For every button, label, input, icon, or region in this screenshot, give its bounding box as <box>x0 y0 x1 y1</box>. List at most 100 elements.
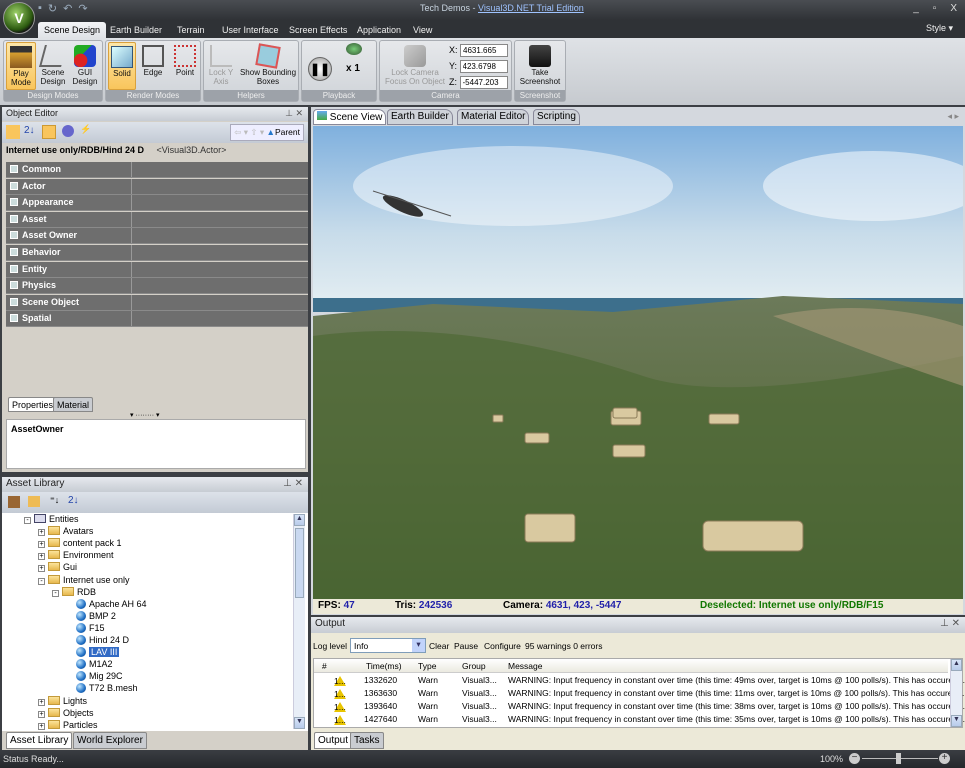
property-category[interactable]: Physics <box>6 278 308 295</box>
nav-arrows-icon[interactable]: ⇦ ▾ ⇧ ▾ <box>234 127 266 137</box>
expand-icon[interactable]: + <box>38 565 45 573</box>
sort-alpha-icon[interactable]: 2↓ <box>68 495 79 506</box>
gui-design-button[interactable]: GUI Design <box>70 42 100 90</box>
pin-close-icons[interactable]: ⊥ ✕ <box>940 618 960 629</box>
clear-button[interactable]: Clear <box>429 641 449 651</box>
point-button[interactable]: Point <box>170 42 200 90</box>
scroll-down-button[interactable]: ▼ <box>294 717 305 729</box>
property-category[interactable]: Asset <box>6 211 308 228</box>
edition-link[interactable]: Visual3D.NET Trial Edition <box>478 3 584 13</box>
expand-icon[interactable]: + <box>38 541 45 549</box>
log-row[interactable]: 1... 1427640 Warn Visual3... WARNING: Input … <box>314 713 965 726</box>
property-category[interactable]: Behavior <box>6 245 308 261</box>
property-category[interactable]: Common <box>6 162 308 178</box>
tab-material-editor[interactable]: Material Editor <box>457 109 530 125</box>
col-time[interactable]: Time(ms) <box>366 661 402 671</box>
tab-scroll-arrows[interactable]: ◂ ▸ <box>947 111 959 122</box>
expand-icon[interactable] <box>10 198 18 207</box>
lock-camera-button[interactable]: Lock Camera Focus On Object <box>382 42 448 90</box>
log-scrollbar[interactable]: ▲ ▼ <box>950 659 962 727</box>
edge-button[interactable]: Edge <box>138 42 168 90</box>
tab-earth-builder[interactable]: Earth Builder <box>387 109 453 125</box>
tab-application[interactable]: Application <box>351 22 407 38</box>
scroll-up-button[interactable]: ▲ <box>951 659 962 671</box>
zoom-out-button[interactable]: − <box>849 753 860 764</box>
scroll-down-button[interactable]: ▼ <box>951 715 962 727</box>
tree-scrollbar[interactable]: ▲ ▼ <box>293 514 305 729</box>
col-number[interactable]: # <box>322 661 327 671</box>
tree-item[interactable]: Mig 29C <box>66 670 123 682</box>
gear-icon[interactable] <box>62 125 74 137</box>
tree-item[interactable]: + Particles <box>38 719 98 731</box>
tree-item[interactable]: BMP 2 <box>66 610 116 622</box>
tree-item[interactable]: + Lights <box>38 695 87 707</box>
property-category[interactable]: Scene Object <box>6 294 308 311</box>
properties-icon[interactable] <box>42 125 56 139</box>
expand-icon[interactable] <box>10 264 18 273</box>
tree-item[interactable]: + Gui <box>38 561 77 573</box>
tree-item[interactable]: + Objects <box>38 707 94 719</box>
camera-y-input[interactable] <box>459 60 508 73</box>
lightning-icon[interactable]: ⚡ <box>80 124 91 135</box>
sort-alpha-icon[interactable]: 2↓ <box>24 125 35 136</box>
parent-button[interactable]: ⇦ ▾ ⇧ ▾ ▲Parent <box>230 124 304 141</box>
undo-icon[interactable]: ↶ <box>63 2 72 17</box>
play-mode-button[interactable]: Play Mode <box>6 42 36 90</box>
tree-item[interactable]: - Entities <box>24 513 79 525</box>
col-message[interactable]: Message <box>508 661 543 671</box>
scroll-up-button[interactable]: ▲ <box>294 514 305 526</box>
tree-item[interactable]: M1A2 <box>66 658 113 670</box>
expand-icon[interactable] <box>10 231 18 240</box>
tree-item[interactable]: - Internet use only <box>38 574 130 586</box>
expand-icon[interactable] <box>10 281 18 290</box>
expand-icon[interactable] <box>10 297 18 306</box>
tab-tasks[interactable]: Tasks <box>350 732 384 749</box>
property-category[interactable]: Actor <box>6 178 308 195</box>
property-category[interactable]: Appearance <box>6 195 308 212</box>
style-menu[interactable]: Style ▾ <box>926 23 953 34</box>
speed-icon[interactable] <box>346 43 362 55</box>
tab-terrain[interactable]: Terrain <box>171 22 211 38</box>
camera-x-input[interactable] <box>460 44 509 57</box>
tree-item[interactable]: T72 B.mesh <box>66 682 138 694</box>
sort-icon[interactable]: ⁼↓ <box>50 495 59 506</box>
col-group[interactable]: Group <box>462 661 486 671</box>
log-level-select[interactable]: Info ▾ <box>350 638 426 653</box>
lock-y-axis-button[interactable]: Lock Y Axis <box>206 42 236 90</box>
refresh-icon[interactable]: ↻ <box>48 2 57 17</box>
expand-icon[interactable] <box>10 314 18 323</box>
property-category[interactable]: Asset Owner <box>6 228 308 245</box>
expand-icon[interactable]: + <box>38 553 45 561</box>
app-menu-button[interactable]: V <box>3 2 35 34</box>
tree-item[interactable]: LAV III <box>66 646 120 658</box>
tree-item[interactable]: - RDB <box>52 586 96 598</box>
pin-close-icons[interactable]: ⊥ ✕ <box>285 108 303 119</box>
configure-button[interactable]: Configure <box>484 641 521 651</box>
expand-icon[interactable] <box>10 165 18 173</box>
log-row[interactable]: 1... 1363630 Warn Visual3... WARNING: Input … <box>314 687 965 700</box>
tab-user-interface[interactable]: User Interface <box>216 22 285 38</box>
zoom-in-button[interactable]: + <box>939 753 950 764</box>
property-category[interactable]: Entity <box>6 261 308 278</box>
tab-properties[interactable]: Properties <box>8 397 58 412</box>
col-type[interactable]: Type <box>418 661 436 671</box>
collapse-icon[interactable]: - <box>24 517 31 524</box>
solid-button[interactable]: Solid <box>108 42 136 90</box>
add-asset-icon[interactable] <box>8 496 20 508</box>
tab-scene-design[interactable]: Scene Design <box>38 22 107 38</box>
tab-asset-library[interactable]: Asset Library <box>6 732 73 749</box>
expand-icon[interactable]: + <box>38 698 45 706</box>
tree-item[interactable]: F15 <box>66 622 105 634</box>
pin-close-icons[interactable]: ⊥ ✕ <box>283 478 303 489</box>
camera-z-input[interactable] <box>459 76 508 89</box>
show-bounding-boxes-button[interactable]: Show Bounding Boxes <box>238 42 298 90</box>
pause-button[interactable]: Pause <box>454 641 478 651</box>
tab-scene-view[interactable]: Scene View <box>313 109 387 125</box>
collapse-icon[interactable]: - <box>52 589 59 597</box>
categorized-icon[interactable] <box>6 125 20 139</box>
tree-item[interactable]: + Environment <box>38 549 114 561</box>
expand-icon[interactable]: + <box>38 710 45 718</box>
tab-material[interactable]: Material <box>53 397 94 412</box>
zoom-slider-thumb[interactable] <box>896 753 901 764</box>
expand-icon[interactable] <box>10 214 18 223</box>
